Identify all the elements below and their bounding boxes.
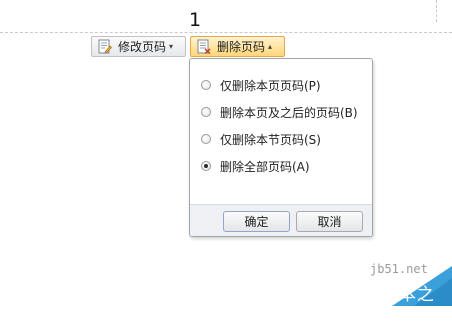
modify-page-number-button[interactable]: 修改页码 ▾	[91, 36, 186, 57]
radio-delete-section[interactable]	[201, 134, 211, 144]
delete-page-number-popup: 仅删除本页页码(P) 删除本页及之后的页码(B) 仅删除本节页码(S) 删除全部…	[189, 58, 373, 237]
edit-document-icon	[98, 39, 112, 54]
radio-delete-current-and-after[interactable]	[201, 107, 211, 117]
radio-delete-all[interactable]	[201, 161, 211, 171]
option-delete-all[interactable]: 删除全部页码(A)	[201, 157, 310, 175]
delete-page-number-button[interactable]: 删除页码 ▴	[190, 36, 285, 57]
option-delete-current-page[interactable]: 仅删除本页页码(P)	[201, 76, 321, 94]
option-label: 删除全部页码(A)	[220, 159, 310, 174]
modify-page-number-label: 修改页码	[118, 40, 167, 54]
cancel-button[interactable]: 取消	[296, 211, 363, 232]
option-delete-current-and-after[interactable]: 删除本页及之后的页码(B)	[201, 103, 358, 121]
chevron-up-icon: ▴	[268, 42, 273, 51]
option-label: 仅删除本节页码(S)	[220, 132, 321, 147]
option-label: 仅删除本页页码(P)	[220, 78, 321, 93]
option-delete-section[interactable]: 仅删除本节页码(S)	[201, 130, 321, 148]
chevron-down-icon: ▾	[169, 42, 174, 51]
margin-marker	[436, 0, 437, 22]
watermark-text: 脚本之家	[381, 285, 435, 330]
popup-footer: 确定 取消	[190, 204, 372, 236]
radio-delete-current-page[interactable]	[201, 80, 211, 90]
header-divider	[0, 32, 452, 33]
delete-page-number-label: 删除页码	[217, 40, 266, 54]
delete-document-icon	[197, 39, 211, 54]
option-label: 删除本页及之后的页码(B)	[220, 105, 358, 120]
page-number: 1	[189, 9, 202, 31]
ok-button[interactable]: 确定	[223, 211, 290, 232]
